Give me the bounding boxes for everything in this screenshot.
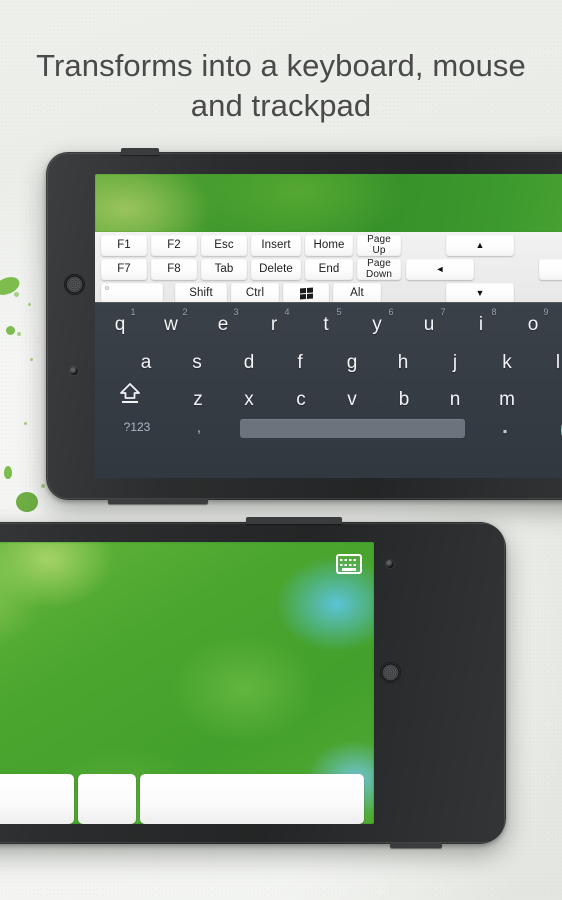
key-v[interactable]: v [347,389,357,411]
key-j[interactable]: j [453,352,457,374]
key-k[interactable]: k [502,352,512,374]
key-e[interactable]: e [218,314,229,336]
key-arrow-up[interactable]: ▲ [446,235,514,256]
key-i[interactable]: i [479,314,483,336]
headline: Transforms into a keyboard, mouse and tr… [0,46,562,125]
key-insert[interactable]: Insert [251,235,301,256]
key-n[interactable]: n [450,389,461,411]
key-shift[interactable]: Shift [175,283,227,304]
headline-line-1: Transforms into a keyboard, mouse [36,48,526,83]
key-comma[interactable]: , [197,419,201,436]
arrow-left-icon: ◄ [435,264,445,274]
earpiece-speaker [64,274,85,295]
key-arrow-left[interactable]: ◄ [406,259,474,280]
function-key-panel: F1 F2 Esc Insert Home Page Up ▲ F7 F8 Ta… [95,232,562,304]
key-f7[interactable]: F7 [101,259,147,280]
bottom-phone-bottom-button[interactable] [390,843,442,848]
soft-keyboard: 1 q 2 w 3 e 4 r 5 t 6 y 7 u 8 i 9 o a s … [95,302,562,478]
key-tab[interactable]: Tab [201,259,247,280]
key-arrow-right[interactable] [539,259,562,280]
key-f1[interactable]: F1 [101,235,147,256]
top-phone-side-button[interactable] [121,148,159,155]
key-space[interactable] [240,419,465,438]
key-blank-left[interactable] [101,283,163,304]
key-f2[interactable]: F2 [151,235,197,256]
key-u[interactable]: u [424,314,435,336]
key-home[interactable]: Home [305,235,353,256]
bottom-phone-side-button[interactable] [246,517,342,524]
key-t[interactable]: t [323,314,328,336]
key-d[interactable]: d [244,352,255,374]
left-mouse-button[interactable] [0,774,74,824]
key-c[interactable]: c [296,389,306,411]
headline-line-2: and trackpad [190,87,372,123]
key-s[interactable]: s [192,352,202,374]
trackpad-area[interactable] [0,572,374,768]
key-m[interactable]: m [499,389,515,411]
key-r-superscript: 4 [284,307,290,317]
top-phone-bottom-button[interactable] [108,499,208,504]
arrow-up-icon: ▲ [475,240,485,250]
key-e-superscript: 3 [233,307,239,317]
key-page-down[interactable]: Page Down [357,258,401,280]
mouse-button-bar [0,774,374,824]
key-w-superscript: 2 [182,307,188,317]
key-page-up[interactable]: Page Up [357,234,401,256]
key-o-superscript: 9 [543,307,549,317]
key-y[interactable]: y [372,314,382,336]
key-x[interactable]: x [244,389,254,411]
front-camera [386,560,394,568]
key-l[interactable]: l [556,352,560,374]
right-mouse-button[interactable] [140,774,364,824]
bottom-phone-device [0,517,506,848]
key-t-superscript: 5 [336,307,342,317]
front-camera [70,367,78,375]
keyboard-icon[interactable] [336,554,362,574]
key-a[interactable]: a [141,352,152,374]
keyboard-divider [95,302,562,303]
key-i-superscript: 8 [491,307,497,317]
wallpaper-top [95,174,562,232]
key-g[interactable]: g [347,352,358,374]
key-z[interactable]: z [193,389,203,411]
bottom-phone-screen [0,542,374,824]
key-symbols[interactable]: ?123 [124,420,151,434]
key-q-superscript: 1 [130,307,136,317]
key-q[interactable]: q [115,314,126,336]
key-windows[interactable] [283,283,329,304]
key-end[interactable]: End [305,259,353,280]
key-ctrl[interactable]: Ctrl [231,283,279,304]
key-o[interactable]: o [528,314,539,336]
middle-mouse-button[interactable] [78,774,136,824]
key-delete[interactable]: Delete [251,259,301,280]
key-f8[interactable]: F8 [151,259,197,280]
windows-logo-icon [299,287,313,300]
key-y-superscript: 6 [388,307,394,317]
key-period[interactable] [503,430,507,433]
key-alt[interactable]: Alt [333,283,381,304]
top-phone-device: F1 F2 Esc Insert Home Page Up ▲ F7 F8 Ta… [46,148,562,504]
arrow-down-icon: ▼ [475,288,485,298]
key-esc[interactable]: Esc [201,235,247,256]
key-b[interactable]: b [399,389,410,411]
key-arrow-down[interactable]: ▼ [446,283,514,304]
top-phone-screen: F1 F2 Esc Insert Home Page Up ▲ F7 F8 Ta… [95,174,562,478]
key-u-superscript: 7 [440,307,446,317]
key-h[interactable]: h [398,352,409,374]
key-r[interactable]: r [271,314,277,336]
key-w[interactable]: w [164,314,178,336]
earpiece-speaker [380,662,401,683]
shift-arrow-icon[interactable] [117,382,143,406]
key-f[interactable]: f [297,352,302,374]
key-indicator-dot [105,286,109,290]
